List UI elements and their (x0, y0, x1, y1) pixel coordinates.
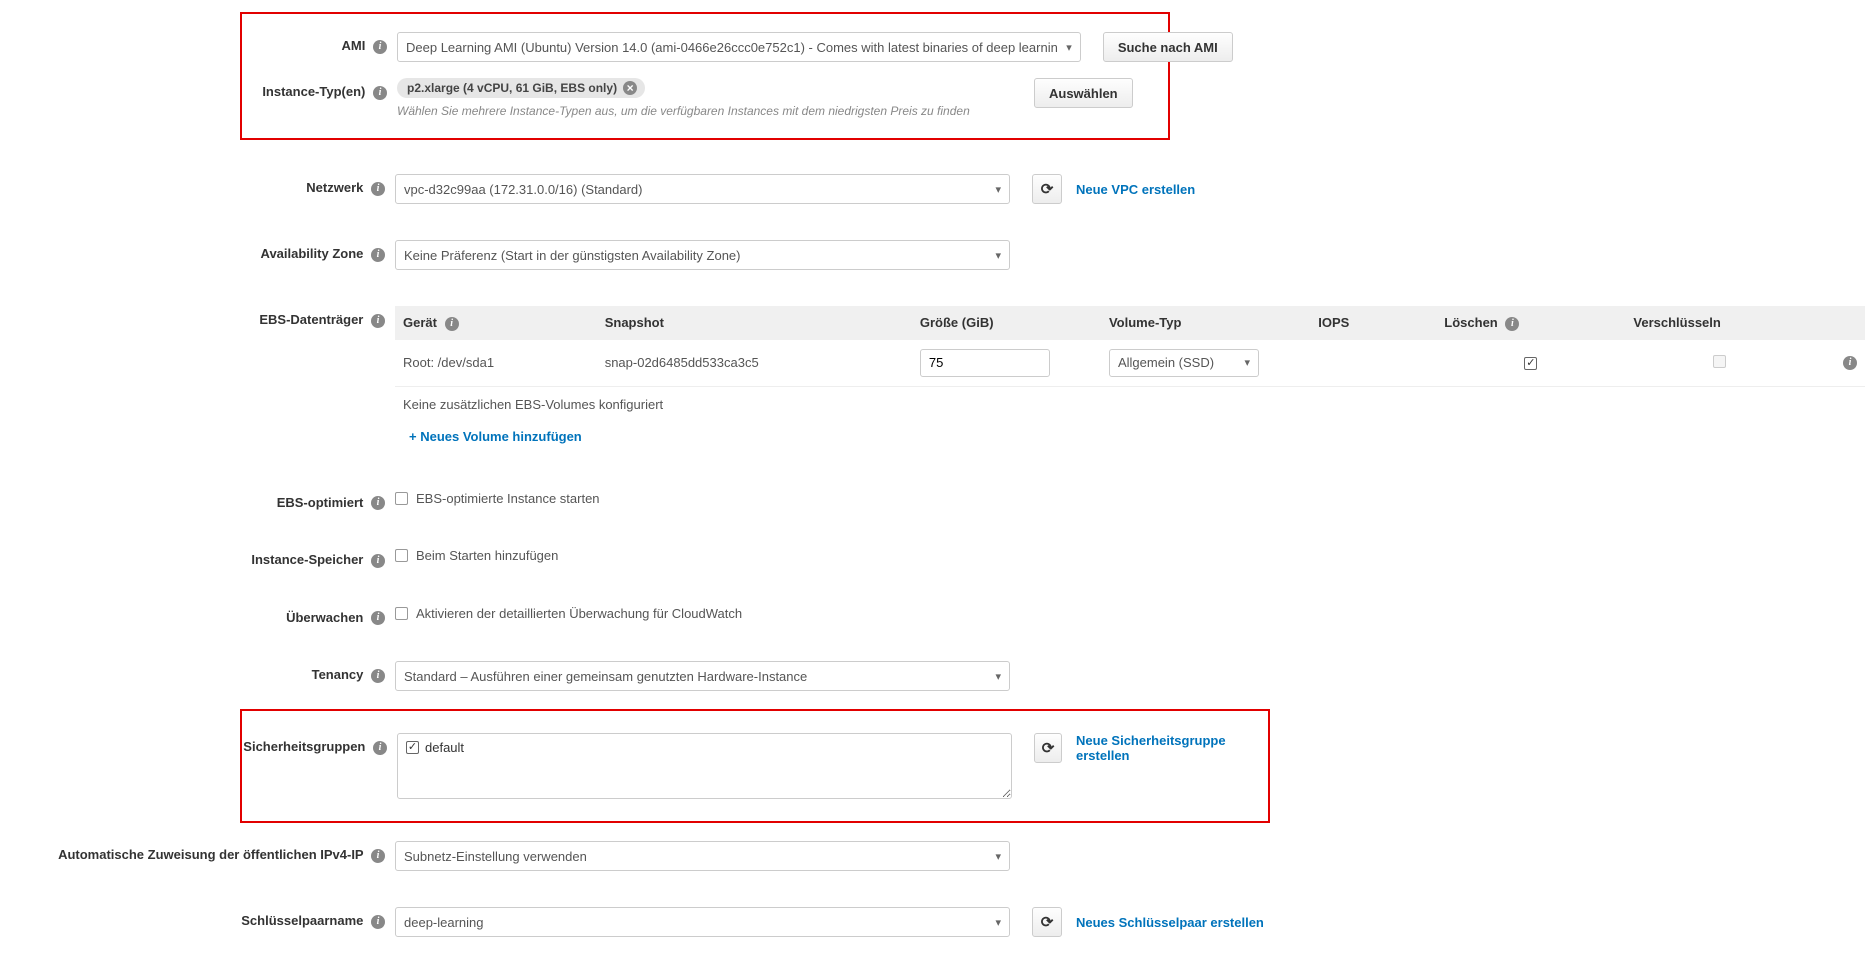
info-icon[interactable]: i (1843, 356, 1857, 370)
info-icon[interactable]: i (371, 611, 385, 625)
info-icon[interactable]: i (373, 86, 387, 100)
info-icon[interactable]: i (371, 554, 385, 568)
ebs-table: Gerät i Snapshot Größe (GiB) Volume-Typ … (395, 306, 1865, 453)
instance-type-pill: p2.xlarge (4 vCPU, 61 GiB, EBS only) × (397, 78, 645, 98)
keypair-select[interactable]: deep-learning (395, 907, 1010, 937)
tenancy-label: Tenancy (312, 667, 364, 682)
delete-on-term-checkbox[interactable] (1524, 357, 1537, 370)
table-row: + Neues Volume hinzufügen (395, 421, 1865, 453)
refresh-sg-button[interactable]: ⟳ (1034, 733, 1062, 763)
monitor-checkbox[interactable] (395, 607, 408, 620)
refresh-network-button[interactable]: ⟳ (1032, 174, 1062, 204)
az-label: Availability Zone (261, 246, 364, 261)
info-icon[interactable]: i (1505, 317, 1519, 331)
create-vpc-link[interactable]: Neue VPC erstellen (1076, 182, 1195, 197)
info-icon[interactable]: i (445, 317, 459, 331)
table-row: Keine zusätzlichen EBS-Volumes konfiguri… (395, 386, 1865, 421)
info-icon[interactable]: i (371, 314, 385, 328)
ipv4-select[interactable]: Subnetz-Einstellung verwenden (395, 841, 1010, 871)
network-select[interactable]: vpc-d32c99aa (172.31.0.0/16) (Standard) (395, 174, 1010, 204)
ebs-size-input[interactable] (920, 349, 1050, 377)
add-volume-link[interactable]: + Neues Volume hinzufügen (403, 429, 582, 444)
table-row: Root: /dev/sda1 snap-02d6485dd533ca3c5 A… (395, 340, 1865, 387)
ebs-voltype-select[interactable]: Allgemein (SSD) (1109, 349, 1259, 377)
info-icon[interactable]: i (373, 741, 387, 755)
instance-type-help: Wählen Sie mehrere Instance-Typen aus, u… (397, 104, 970, 118)
sg-default-checkbox[interactable] (406, 741, 419, 754)
ebs-opt-label: EBS-optimiert (277, 495, 364, 510)
ebs-opt-checkbox[interactable] (395, 492, 408, 505)
search-ami-button[interactable]: Suche nach AMI (1103, 32, 1233, 62)
sg-label: Sicherheitsgruppen (243, 739, 365, 754)
ami-label: AMI (342, 38, 366, 53)
info-icon[interactable]: i (371, 496, 385, 510)
refresh-icon: ⟳ (1041, 180, 1054, 198)
info-icon[interactable]: i (371, 182, 385, 196)
network-label: Netzwerk (306, 180, 363, 195)
monitor-label: Überwachen (286, 610, 363, 625)
sg-item[interactable]: default (406, 740, 1003, 755)
refresh-icon: ⟳ (1042, 739, 1055, 757)
create-keypair-link[interactable]: Neues Schlüsselpaar erstellen (1076, 915, 1264, 930)
info-icon[interactable]: i (371, 915, 385, 929)
remove-instance-type-icon[interactable]: × (623, 81, 637, 95)
keypair-label: Schlüsselpaarname (241, 913, 363, 928)
instance-type-label: Instance-Typ(en) (262, 84, 365, 99)
info-icon[interactable]: i (371, 849, 385, 863)
select-instance-type-button[interactable]: Auswählen (1034, 78, 1133, 108)
instance-store-checkbox[interactable] (395, 549, 408, 562)
encrypt-checkbox (1713, 355, 1726, 368)
az-select[interactable]: Keine Präferenz (Start in der günstigste… (395, 240, 1010, 270)
info-icon[interactable]: i (371, 248, 385, 262)
refresh-icon: ⟳ (1041, 913, 1054, 931)
info-icon[interactable]: i (371, 669, 385, 683)
ebs-label: EBS-Datenträger (259, 312, 363, 327)
ami-select[interactable]: Deep Learning AMI (Ubuntu) Version 14.0 … (397, 32, 1081, 62)
refresh-keypair-button[interactable]: ⟳ (1032, 907, 1062, 937)
instance-store-label: Instance-Speicher (251, 552, 363, 567)
tenancy-select[interactable]: Standard – Ausführen einer gemeinsam gen… (395, 661, 1010, 691)
ami-value: Deep Learning AMI (Ubuntu) Version 14.0 … (406, 40, 1058, 55)
sg-listbox[interactable]: default (397, 733, 1012, 799)
create-sg-link[interactable]: Neue Sicherheitsgruppe erstellen (1076, 733, 1268, 763)
info-icon[interactable]: i (373, 40, 387, 54)
ipv4-label: Automatische Zuweisung der öffentlichen … (58, 847, 363, 862)
